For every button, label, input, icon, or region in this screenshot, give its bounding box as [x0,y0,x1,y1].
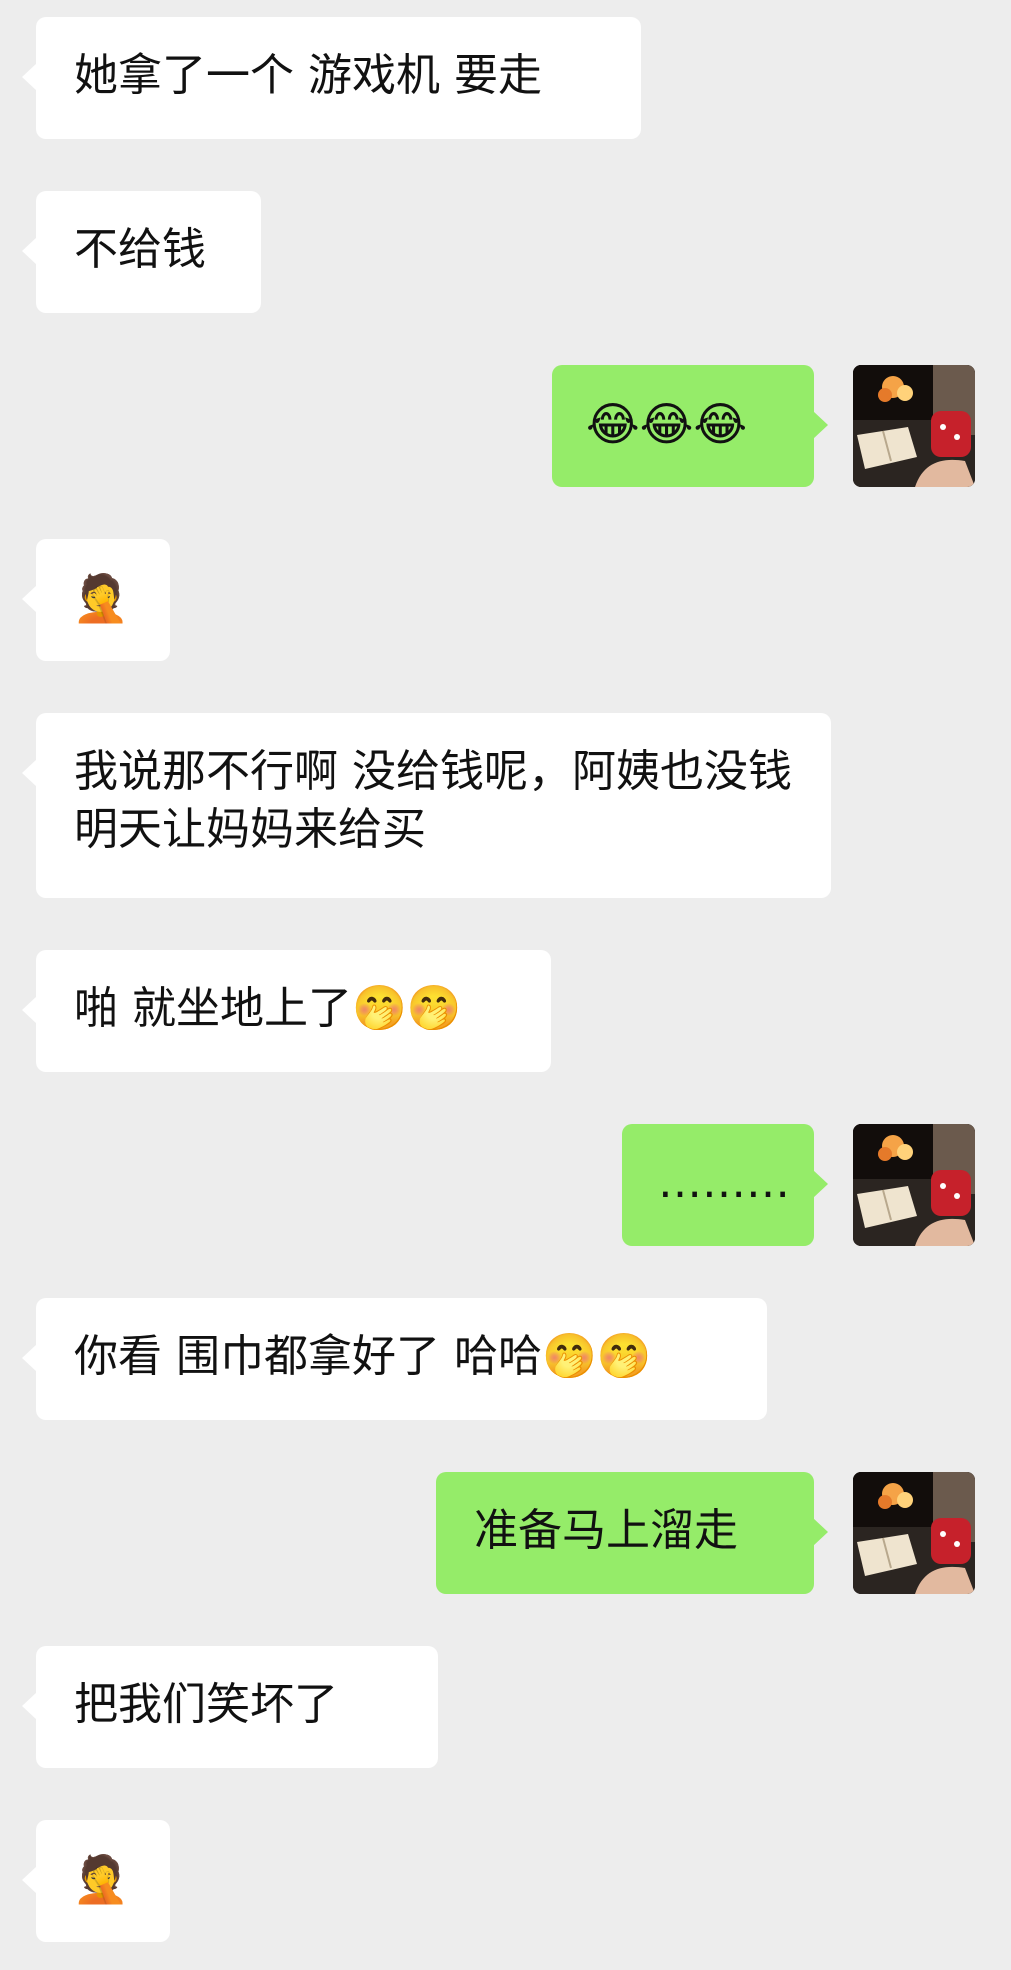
incoming-message-bubble[interactable]: 你看 围巾都拿好了 哈哈🤭🤭 [22,1298,767,1420]
avatar-book-coffee-fireplace-icon [853,365,975,487]
incoming-message-bubble[interactable]: 🤦 [22,1820,170,1942]
outgoing-message-bubble[interactable]: ……… [622,1124,828,1246]
user-avatar[interactable] [853,365,975,487]
avatar-book-coffee-fireplace-icon [853,1472,975,1594]
incoming-message-bubble[interactable]: 把我们笑坏了 [22,1646,438,1768]
user-avatar[interactable] [853,1124,975,1246]
message-text: 你看 围巾都拿好了 哈哈🤭🤭 [74,1331,652,1382]
incoming-message-bubble[interactable]: 她拿了一个 游戏机 要走 [22,17,641,139]
message-text: 把我们笑坏了 [74,1679,338,1730]
incoming-message-bubble[interactable]: 啪 就坐地上了🤭🤭 [22,950,551,1072]
incoming-message-bubble[interactable]: 不给钱 [22,191,261,313]
outgoing-message-bubble[interactable]: 准备马上溜走 [436,1472,828,1594]
message-text: 😂😂😂 [586,397,748,451]
message-text: 准备马上溜走 [474,1505,738,1556]
message-text: 不给钱 [74,224,206,275]
message-text: 🤦 [72,1852,130,1906]
user-avatar[interactable] [853,1472,975,1594]
message-text: 她拿了一个 游戏机 要走 [74,50,542,101]
incoming-message-bubble[interactable]: 我说那不行啊 没给钱呢，阿姨也没钱 明天让妈妈来给买 [22,713,831,898]
message-text: 我说那不行啊 没给钱呢，阿姨也没钱 明天让妈妈来给买 [74,746,792,855]
message-text: 啪 就坐地上了🤭🤭 [74,983,462,1034]
avatar-book-coffee-fireplace-icon [853,1124,975,1246]
outgoing-message-bubble[interactable]: 😂😂😂 [552,365,828,487]
chat-history: 她拿了一个 游戏机 要走 不给钱 😂😂😂 🤦 我说那不行啊 没给钱呢，阿姨也没钱… [0,0,1011,1970]
message-text: ……… [658,1157,790,1208]
incoming-message-bubble[interactable]: 🤦 [22,539,170,661]
message-text: 🤦 [72,571,130,625]
